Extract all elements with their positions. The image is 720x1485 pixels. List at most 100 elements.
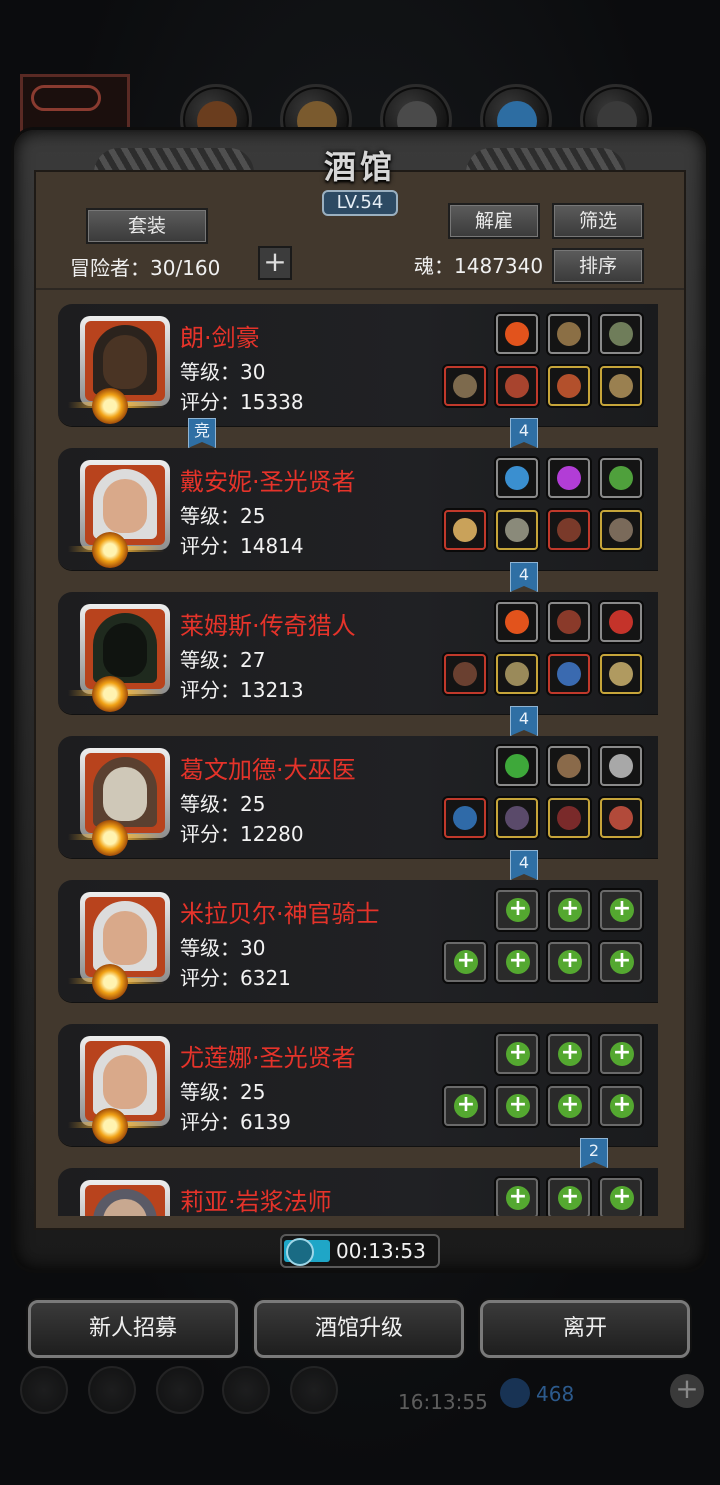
empty-slot-add-icon[interactable]: + bbox=[600, 1178, 642, 1216]
rank-sun-icon bbox=[92, 964, 128, 1000]
staff-icon[interactable] bbox=[548, 602, 590, 642]
cloak-icon[interactable] bbox=[548, 798, 590, 838]
empty-slot-add-icon[interactable]: + bbox=[548, 1034, 590, 1074]
ring-icon[interactable] bbox=[600, 314, 642, 354]
hero-name: 朗·剑豪 bbox=[180, 324, 260, 352]
hammer-icon[interactable] bbox=[444, 510, 486, 550]
hero-card[interactable]: 尤莲娜·圣光贤者 等级：25 评分：6139 + + + + + + + bbox=[58, 1024, 658, 1146]
settings-gear-icon[interactable] bbox=[20, 1366, 68, 1414]
swords-icon[interactable] bbox=[290, 1366, 338, 1414]
hero-portrait bbox=[80, 316, 170, 406]
hero-score: 评分：6139 bbox=[180, 1110, 291, 1134]
hero-score: 评分：12280 bbox=[180, 822, 304, 846]
hero-level: 等级：25 bbox=[180, 792, 266, 816]
gauntlet-icon[interactable] bbox=[600, 366, 642, 406]
hero-portrait bbox=[80, 460, 170, 550]
hero-score: 评分：6321 bbox=[180, 966, 291, 990]
upgrade-tavern-button[interactable]: 酒馆升级 bbox=[254, 1300, 464, 1358]
shuriken-icon[interactable] bbox=[600, 746, 642, 786]
heart-charm-icon[interactable] bbox=[600, 798, 642, 838]
arena-flag: 竞 bbox=[188, 418, 216, 448]
armor-icon[interactable] bbox=[496, 510, 538, 550]
hero-score: 评分：13213 bbox=[180, 678, 304, 702]
clock-icon bbox=[286, 1238, 314, 1266]
fire-rune-icon[interactable] bbox=[496, 314, 538, 354]
empty-slot-add-icon[interactable]: + bbox=[548, 1086, 590, 1126]
sort-button[interactable]: 排序 bbox=[552, 248, 644, 284]
empty-slot-add-icon[interactable]: + bbox=[496, 890, 538, 930]
empty-slot-add-icon[interactable]: + bbox=[548, 942, 590, 982]
hero-portrait bbox=[80, 892, 170, 982]
hero-name: 莱姆斯·传奇猎人 bbox=[180, 612, 356, 640]
sword-icon[interactable] bbox=[444, 366, 486, 406]
empty-slot-add-icon[interactable]: + bbox=[496, 942, 538, 982]
hero-score: 评分：15338 bbox=[180, 390, 304, 414]
empty-slot-add-icon[interactable]: + bbox=[600, 890, 642, 930]
book-icon[interactable] bbox=[548, 510, 590, 550]
empty-slot-add-icon[interactable]: + bbox=[548, 890, 590, 930]
potion-icon[interactable] bbox=[496, 746, 538, 786]
mask-icon[interactable] bbox=[600, 510, 642, 550]
rifle-icon[interactable] bbox=[444, 654, 486, 694]
star-icon[interactable] bbox=[88, 1366, 136, 1414]
star-count-flag: 4 bbox=[510, 562, 538, 592]
orb-icon[interactable] bbox=[496, 458, 538, 498]
hero-card[interactable]: 米拉贝尔·神官骑士 等级：30 评分：6321 + + + + + + + bbox=[58, 880, 658, 1002]
empty-slot-add-icon[interactable]: + bbox=[496, 1178, 538, 1216]
lantern-icon[interactable] bbox=[600, 458, 642, 498]
empty-slot-add-icon[interactable]: + bbox=[496, 1086, 538, 1126]
hero-portrait bbox=[80, 1180, 170, 1216]
hero-level: 等级：25 bbox=[180, 1080, 266, 1104]
empty-slot-add-icon[interactable]: + bbox=[600, 1086, 642, 1126]
leave-button[interactable]: 离开 bbox=[480, 1300, 690, 1358]
empty-slot-add-icon[interactable]: + bbox=[548, 1178, 590, 1216]
hero-card[interactable]: 葛文加德·大巫医 等级：25 评分：12280 bbox=[58, 736, 658, 858]
hero-card[interactable]: 朗·剑豪 等级：30 评分：15338 bbox=[58, 304, 658, 426]
armor-icon[interactable] bbox=[496, 366, 538, 406]
hero-level: 等级：27 bbox=[180, 648, 266, 672]
tavern-level-badge: LV.54 bbox=[322, 190, 398, 216]
bracelet-icon[interactable] bbox=[548, 366, 590, 406]
gem-icon[interactable] bbox=[548, 458, 590, 498]
hero-card[interactable]: 莉亚·岩浆法师 + + + bbox=[58, 1168, 658, 1216]
hero-card[interactable]: 戴安妮·圣光贤者 等级：25 评分：14814 bbox=[58, 448, 658, 570]
wand-icon[interactable] bbox=[600, 602, 642, 642]
star-count-flag: 4 bbox=[510, 418, 538, 448]
add-gems-button[interactable]: + bbox=[670, 1374, 704, 1408]
hero-card[interactable]: 莱姆斯·传奇猎人 等级：27 评分：13213 bbox=[58, 592, 658, 714]
rank-sun-icon bbox=[92, 676, 128, 712]
empty-slot-add-icon[interactable]: + bbox=[600, 1034, 642, 1074]
armor-icon[interactable] bbox=[496, 798, 538, 838]
adventurer-count: 冒险者：30/160 bbox=[70, 256, 221, 280]
rank-sun-icon bbox=[92, 820, 128, 856]
empty-slot-add-icon[interactable]: + bbox=[496, 1034, 538, 1074]
dismiss-button[interactable]: 解雇 bbox=[448, 203, 540, 239]
filter-button[interactable]: 筛选 bbox=[552, 203, 644, 239]
scroll-icon[interactable] bbox=[600, 654, 642, 694]
empty-slot-add-icon[interactable]: + bbox=[444, 1086, 486, 1126]
scepter-icon[interactable] bbox=[444, 798, 486, 838]
shield-icon[interactable] bbox=[156, 1366, 204, 1414]
hero-level: 等级：25 bbox=[180, 504, 266, 528]
bracer-icon[interactable] bbox=[548, 654, 590, 694]
hero-name: 戴安妮·圣光贤者 bbox=[180, 468, 356, 496]
armor-icon[interactable] bbox=[496, 654, 538, 694]
fire-rune-icon[interactable] bbox=[496, 602, 538, 642]
rank-sun-icon bbox=[92, 532, 128, 568]
star-count-flag: 2 bbox=[580, 1138, 608, 1168]
empty-slot-add-icon[interactable]: + bbox=[444, 942, 486, 982]
expand-slots-button[interactable]: + bbox=[258, 246, 292, 280]
hero-name: 尤莲娜·圣光贤者 bbox=[180, 1044, 356, 1072]
hero-level: 等级：30 bbox=[180, 936, 266, 960]
amulet-icon[interactable] bbox=[548, 314, 590, 354]
hero-portrait bbox=[80, 1036, 170, 1126]
recruit-button[interactable]: 新人招募 bbox=[28, 1300, 238, 1358]
suit-button[interactable]: 套装 bbox=[86, 208, 208, 244]
game-screen: 酒馆 LV.54 套装 解雇 筛选 排序 冒险者：30/160 + 魂：1487… bbox=[0, 0, 720, 1485]
empty-slot-add-icon[interactable]: + bbox=[600, 942, 642, 982]
clock-time: 16:13:55 bbox=[398, 1390, 488, 1414]
hero-list: 朗·剑豪 等级：30 评分：15338 竞 4 戴安妮·圣光贤者 等级：25 评… bbox=[36, 288, 684, 1216]
mail-icon[interactable] bbox=[222, 1366, 270, 1414]
hero-name: 莉亚·岩浆法师 bbox=[180, 1188, 332, 1216]
wheel-icon[interactable] bbox=[548, 746, 590, 786]
